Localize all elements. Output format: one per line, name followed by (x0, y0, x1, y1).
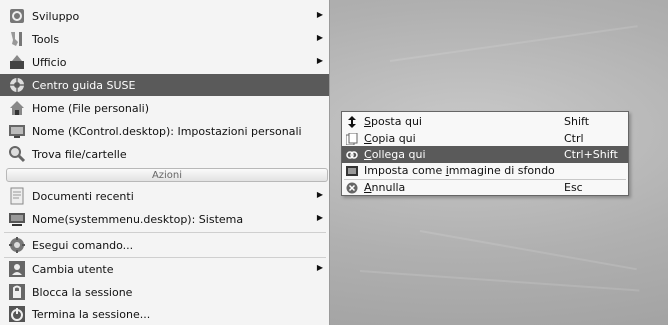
run-command-icon (8, 236, 26, 254)
popup-item-annulla[interactable]: Annulla Esc (342, 179, 628, 196)
home-icon (8, 99, 26, 117)
copy-icon (346, 132, 358, 145)
help-lifebuoy-icon (8, 76, 26, 94)
move-icon (346, 115, 358, 128)
menu-item-sviluppo[interactable]: Sviluppo ▶ (0, 5, 329, 27)
section-header-azioni: Azioni (6, 168, 328, 182)
link-icon (346, 149, 358, 161)
logout-icon (8, 305, 26, 323)
drop-context-menu: Sposta qui Shift Copia qui Ctrl Collega … (341, 111, 629, 196)
menu-item-trova-file[interactable]: Trova file/cartelle (0, 143, 329, 165)
development-icon (8, 7, 26, 25)
menu-item-esegui-comando[interactable]: Esegui comando... (0, 234, 329, 256)
menu-item-tools[interactable]: Tools ▶ (0, 28, 329, 50)
submenu-arrow-icon: ▶ (316, 56, 323, 65)
submenu-arrow-icon: ▶ (316, 213, 323, 222)
control-center-icon (8, 122, 26, 140)
popup-item-collega-qui[interactable]: Collega qui Ctrl+Shift (342, 146, 628, 163)
menu-item-kcontrol[interactable]: Nome (KControl.desktop): Impostazioni pe… (0, 120, 329, 142)
popup-item-imposta-sfondo[interactable]: Imposta come immagine di sfondo (342, 162, 628, 179)
switch-user-icon (8, 260, 26, 278)
popup-item-copia-qui[interactable]: Copia qui Ctrl (342, 130, 628, 147)
recent-documents-icon (8, 187, 26, 205)
submenu-arrow-icon: ▶ (316, 263, 323, 272)
menu-item-home[interactable]: Home (File personali) (0, 97, 329, 119)
menu-item-documenti-recenti[interactable]: Documenti recenti ▶ (0, 185, 329, 207)
popup-item-sposta-qui[interactable]: Sposta qui Shift (342, 113, 628, 130)
menu-item-cambia-utente[interactable]: Cambia utente ▶ (0, 258, 329, 280)
submenu-arrow-icon: ▶ (316, 190, 323, 199)
submenu-arrow-icon: ▶ (316, 10, 323, 19)
menu-separator (4, 232, 326, 233)
find-icon (8, 145, 26, 163)
menu-item-sistema[interactable]: Nome(systemmenu.desktop): Sistema ▶ (0, 208, 329, 230)
office-icon (8, 53, 26, 71)
menu-item-centro-guida-suse[interactable]: Centro guida SUSE (0, 74, 329, 96)
cancel-icon (346, 182, 358, 194)
system-icon (8, 210, 26, 228)
wallpaper-icon (346, 165, 358, 177)
submenu-arrow-icon: ▶ (316, 33, 323, 42)
menu-item-termina-sessione[interactable]: Termina la sessione... (0, 303, 329, 325)
menu-item-ufficio[interactable]: Ufficio ▶ (0, 51, 329, 73)
menu-item-blocca-sessione[interactable]: Blocca la sessione (0, 281, 329, 303)
kmenu-panel: Sviluppo ▶ Tools ▶ Ufficio ▶ Centro guid… (0, 0, 330, 325)
tools-icon (8, 30, 26, 48)
lock-icon (8, 283, 26, 301)
